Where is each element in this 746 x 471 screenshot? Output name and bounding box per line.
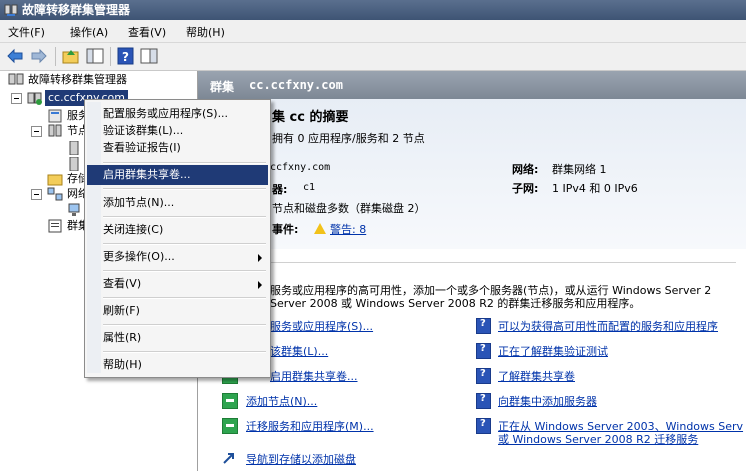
menu-item-label: 关闭连接(C) [103, 223, 164, 236]
menu-separator [103, 297, 266, 299]
warning-icon [314, 223, 326, 234]
menu-item-view[interactable]: 查看(V) [87, 273, 268, 295]
summary-events-label: 事件: [272, 223, 299, 236]
menu-item-view-report[interactable]: 查看验证报告(I) [87, 137, 268, 159]
add-node-action-icon [222, 393, 238, 409]
menu-item-label: 帮助(H) [103, 358, 142, 371]
title-bar: 故障转移群集管理器 [0, 0, 746, 20]
description-line-2: Server 2008 或 Windows Server 2008 R2 的群集… [270, 297, 641, 310]
menu-file[interactable]: 文件(F) [8, 24, 45, 40]
help-link-migrate-line2[interactable]: 或 Windows Server 2008 R2 迁移服务 [498, 431, 698, 447]
summary-quorum: 节点和磁盘多数（群集磁盘 2） [272, 202, 426, 215]
networks-icon [47, 187, 63, 201]
menu-item-label: 属性(R) [103, 331, 142, 344]
menu-bar: 文件(F) 操作(A) 查看(V) 帮助(H) [0, 20, 746, 43]
nodes-icon [48, 124, 62, 137]
header-label: 群集 [210, 80, 235, 94]
toolbar-separator [110, 47, 111, 66]
tree-expander[interactable] [31, 189, 42, 200]
menu-item-add-node[interactable]: 添加节点(N)... [87, 192, 268, 214]
help-icon [476, 418, 491, 434]
menu-action[interactable]: 操作(A) [70, 24, 108, 40]
menu-separator [103, 216, 266, 218]
back-icon[interactable] [6, 47, 24, 65]
forward-icon[interactable] [30, 47, 48, 65]
cluster-icon [27, 92, 42, 105]
navigate-arrow-icon [223, 453, 234, 464]
menu-separator [103, 270, 266, 272]
cluster-app-icon [4, 4, 18, 16]
action-validate-cluster[interactable]: 该群集(L)... [270, 343, 328, 359]
network-value: 群集网络 1 [552, 163, 607, 176]
storage-folder-icon [47, 174, 63, 186]
help-icon [476, 318, 491, 334]
migrate-action-icon [222, 418, 238, 434]
menu-item-label: 查看验证报告(I) [103, 141, 181, 154]
services-icon [48, 109, 62, 123]
menu-item-label: 刷新(F) [103, 304, 140, 317]
help-icon [476, 343, 491, 359]
network-label: 网络: [512, 163, 539, 176]
menu-item-label: 添加节点(N)... [103, 196, 175, 209]
help-icon[interactable]: ? [117, 47, 135, 65]
menu-item-label: 启用群集共享卷... [103, 168, 191, 181]
window-title: 故障转移群集管理器 [22, 3, 131, 17]
action-configure-service[interactable]: 服务或应用程序(S)... [270, 318, 373, 334]
help-link-validation[interactable]: 正在了解群集验证测试 [498, 343, 608, 359]
help-link-services[interactable]: 可以为获得高可用性而配置的服务和应用程序 [498, 318, 718, 334]
menu-item-help[interactable]: 帮助(H) [87, 354, 268, 376]
action-add-node[interactable]: 添加节点(N)... [246, 393, 317, 409]
menu-item-refresh[interactable]: 刷新(F) [87, 300, 268, 322]
toolbar: ? [0, 43, 746, 71]
tree-root[interactable]: 故障转移群集管理器 [28, 72, 127, 88]
events-warning-link[interactable]: 警告: 8 [330, 221, 366, 237]
menu-item-label: 查看(V) [103, 277, 142, 290]
properties-icon[interactable] [140, 47, 158, 65]
menu-separator [103, 324, 266, 326]
help-link-csv[interactable]: 了解群集共享卷 [498, 368, 575, 384]
menu-separator [103, 188, 266, 190]
server-icon [69, 157, 79, 171]
help-icon [476, 393, 491, 409]
summary-server-value: c1 [303, 182, 316, 193]
tree-expander[interactable] [31, 126, 42, 137]
summary-name-value: ccfxny.com [270, 162, 331, 173]
network-icon [68, 203, 80, 216]
menu-view[interactable]: 查看(V) [128, 24, 166, 40]
tree-expander[interactable] [11, 93, 22, 104]
summary-server-label: 器: [272, 183, 288, 196]
toolbar-separator [55, 47, 56, 66]
cluster-manager-icon [8, 73, 24, 85]
menu-help[interactable]: 帮助(H) [186, 24, 225, 40]
svg-text:?: ? [122, 50, 129, 64]
subnet-value: 1 IPv4 和 0 IPv6 [552, 182, 638, 195]
cluster-events-icon [48, 219, 62, 233]
show-hide-tree-icon[interactable] [86, 47, 104, 65]
menu-separator [103, 351, 266, 353]
menu-item-label: 更多操作(O)... [103, 250, 175, 263]
menu-item-close-connection[interactable]: 关闭连接(C) [87, 219, 268, 241]
menu-item-enable-csv[interactable]: 启用群集共享卷... [87, 165, 268, 185]
summary-subtitle: 拥有 0 应用程序/服务和 2 节点 [272, 132, 425, 145]
header-cluster-name: cc.ccfxny.com [249, 78, 343, 92]
summary-title: 集 cc 的摘要 [272, 110, 349, 125]
action-migrate-services[interactable]: 迁移服务和应用程序(M)... [246, 418, 374, 434]
details-header: 群集 cc.ccfxny.com [198, 71, 746, 99]
submenu-arrow-icon [258, 281, 262, 289]
section-divider [206, 262, 736, 263]
help-icon [476, 368, 491, 384]
menu-separator [103, 162, 266, 164]
help-link-add-server[interactable]: 向群集中添加服务器 [498, 393, 597, 409]
server-icon [69, 141, 79, 155]
menu-item-more-actions[interactable]: 更多操作(O)... [87, 246, 268, 268]
action-navigate-storage[interactable]: 导航到存储以添加磁盘 [246, 451, 356, 467]
up-folder-icon[interactable] [62, 47, 80, 65]
subnet-label: 子网: [512, 182, 539, 195]
action-enable-csv[interactable]: 启用群集共享卷... [270, 368, 358, 384]
menu-separator [103, 243, 266, 245]
context-menu: 配置服务或应用程序(S)... 验证该群集(L)... 查看验证报告(I) 启用… [84, 99, 271, 378]
menu-item-properties[interactable]: 属性(R) [87, 327, 268, 349]
submenu-arrow-icon [258, 254, 262, 262]
